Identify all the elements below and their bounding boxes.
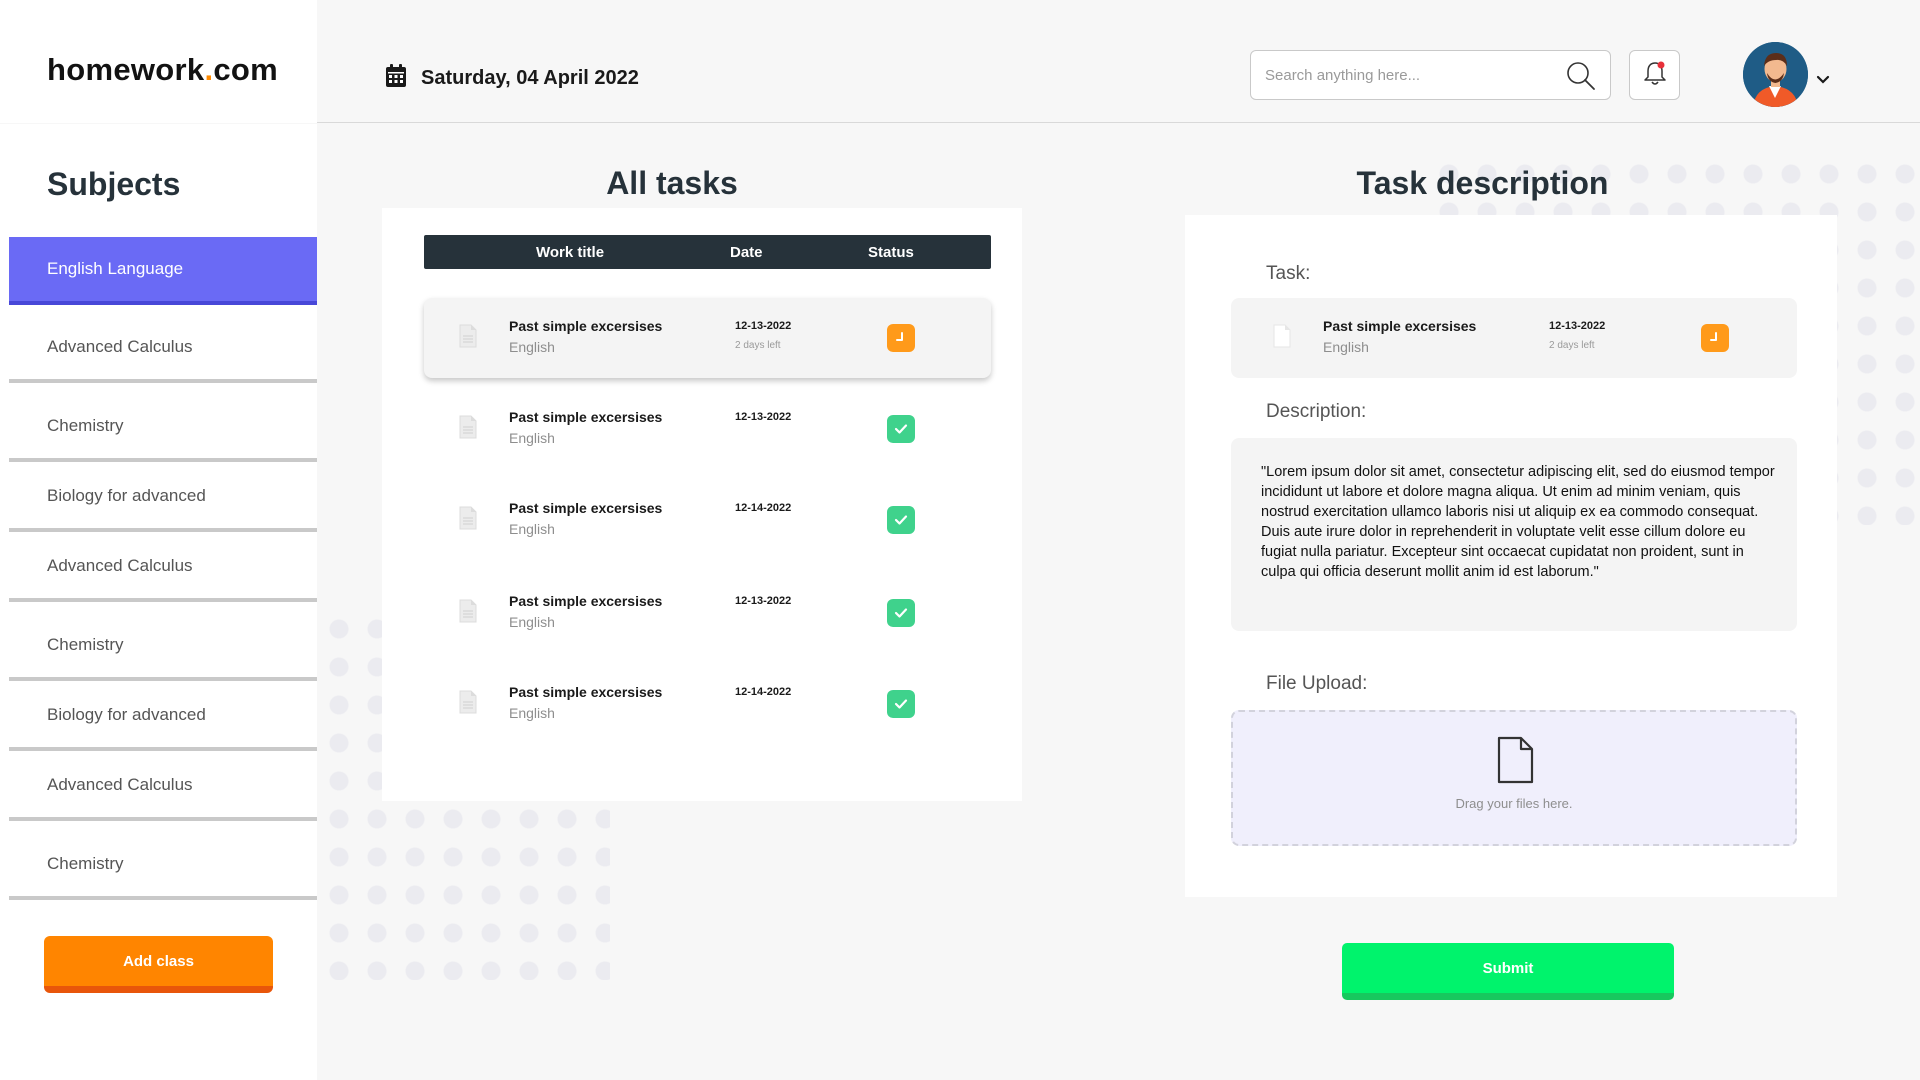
tasks-panel: Work title Date Status Past simple excer… <box>382 208 1022 801</box>
task-row[interactable]: Past simple excersises English 12-13-202… <box>424 573 991 653</box>
status-badge-done <box>887 415 915 443</box>
sidebar-item-label: Advanced Calculus <box>47 337 193 356</box>
add-class-button[interactable]: Add class <box>44 936 273 993</box>
status-badge-done <box>887 506 915 534</box>
check-icon <box>894 608 908 618</box>
submit-button[interactable]: Submit <box>1342 943 1674 1000</box>
task-date: 12-13-2022 <box>1549 320 1606 332</box>
document-icon <box>458 324 478 353</box>
task-date: 12-13-2022 <box>735 320 792 332</box>
document-icon <box>458 506 478 535</box>
selected-task-card: Past simple excersises English 12-13-202… <box>1231 298 1797 378</box>
sidebar-item-biology-for-advanced[interactable]: Biology for advanced <box>9 683 317 751</box>
check-icon <box>894 424 908 434</box>
clock-icon <box>1710 332 1717 341</box>
task-date: 12-13-2022 <box>735 411 792 423</box>
task-title: Past simple excersises <box>509 409 663 425</box>
document-icon <box>458 415 478 444</box>
sidebar-item-label: Chemistry <box>47 635 124 654</box>
sidebar-item-chemistry[interactable]: Chemistry <box>9 832 317 900</box>
search-input[interactable] <box>1265 63 1545 87</box>
sidebar-item-advanced-calculus[interactable]: Advanced Calculus <box>9 534 317 602</box>
logo[interactable]: homework.com <box>47 52 278 88</box>
document-icon <box>458 599 478 628</box>
task-title: Past simple excersises <box>1323 318 1477 334</box>
task-date: 12-13-2022 <box>735 595 792 607</box>
task-title: Past simple excersises <box>509 684 663 700</box>
file-upload-label: File Upload: <box>1266 673 1368 694</box>
current-date: Saturday, 04 April 2022 <box>385 64 639 93</box>
sidebar-item-label: Chemistry <box>47 854 124 873</box>
task-subject: English <box>509 430 555 446</box>
status-badge-pending <box>1701 324 1729 352</box>
tasks-table-header: Work title Date Status <box>424 235 991 269</box>
sidebar-item-label: Advanced Calculus <box>47 775 193 794</box>
task-title: Past simple excersises <box>509 593 663 609</box>
task-days-left: 2 days left <box>1549 340 1595 351</box>
task-subject: English <box>509 521 555 537</box>
search-box[interactable] <box>1250 50 1611 100</box>
column-header-work-title: Work title <box>536 244 605 261</box>
sidebar-item-label: Biology for advanced <box>47 705 206 724</box>
task-subject: English <box>509 339 555 355</box>
check-icon <box>894 515 908 525</box>
sidebar-item-label: English Language <box>47 259 184 278</box>
status-badge-done <box>887 690 915 718</box>
bell-icon <box>1641 59 1669 92</box>
document-icon <box>1272 324 1292 353</box>
document-icon <box>458 690 478 719</box>
sidebar-item-advanced-calculus[interactable]: Advanced Calculus <box>9 753 317 821</box>
all-tasks-title: All tasks <box>606 165 738 201</box>
task-title: Past simple excersises <box>509 500 663 516</box>
task-subject: English <box>509 614 555 630</box>
brand-area: homework.com <box>0 0 317 123</box>
sidebar-item-label: Chemistry <box>47 416 124 435</box>
sidebar-item-label: Biology for advanced <box>47 486 206 505</box>
task-row[interactable]: Past simple excersises English 12-13-202… <box>424 298 991 378</box>
task-subject: English <box>509 705 555 721</box>
notifications-button[interactable] <box>1629 50 1680 100</box>
search-icon[interactable] <box>1566 61 1596 96</box>
sidebar-item-advanced-calculus[interactable]: Advanced Calculus <box>9 315 317 383</box>
file-icon <box>1495 736 1535 789</box>
task-title: Past simple excersises <box>509 318 663 334</box>
task-description-panel: Task: Past simple excersises English 12-… <box>1185 215 1837 897</box>
avatar-illustration <box>1743 42 1808 107</box>
date-label: Saturday, 04 April 2022 <box>421 67 639 89</box>
task-row[interactable]: Past simple excersises English 12-14-202… <box>424 480 991 560</box>
task-row[interactable]: Past simple excersises English 12-13-202… <box>424 389 991 469</box>
file-upload-dropzone[interactable]: Drag your files here. <box>1231 710 1797 846</box>
sidebar-item-chemistry[interactable]: Chemistry <box>9 394 317 462</box>
calendar-icon <box>385 64 407 93</box>
task-row[interactable]: Past simple excersises English 12-14-202… <box>424 664 991 744</box>
column-header-status: Status <box>868 244 914 261</box>
task-field-label: Task: <box>1266 263 1311 284</box>
task-description-title: Task description <box>1356 165 1609 201</box>
task-date: 12-14-2022 <box>735 686 792 698</box>
column-header-date: Date <box>730 244 763 261</box>
subjects-sidebar: Subjects English Language Advanced Calcu… <box>0 124 317 1080</box>
chevron-down-icon[interactable] <box>1816 72 1830 90</box>
description-text: "Lorem ipsum dolor sit amet, consectetur… <box>1231 438 1797 631</box>
task-date: 12-14-2022 <box>735 502 792 514</box>
description-field-label: Description: <box>1266 401 1367 422</box>
status-badge-done <box>887 599 915 627</box>
status-badge-pending <box>887 324 915 352</box>
sidebar-item-biology-for-advanced[interactable]: Biology for advanced <box>9 464 317 532</box>
sidebar-item-english-language[interactable]: English Language <box>9 237 317 305</box>
top-bar: homework.com Saturday, 04 April 2022 <box>0 0 1920 123</box>
task-subject: English <box>1323 339 1369 355</box>
check-icon <box>894 699 908 709</box>
sidebar-item-chemistry[interactable]: Chemistry <box>9 613 317 681</box>
subjects-title: Subjects <box>47 166 181 202</box>
clock-icon <box>896 332 903 341</box>
sidebar-item-label: Advanced Calculus <box>47 556 193 575</box>
avatar[interactable] <box>1743 42 1808 107</box>
task-days-left: 2 days left <box>735 340 781 351</box>
upload-hint: Drag your files here. <box>1455 796 1573 811</box>
